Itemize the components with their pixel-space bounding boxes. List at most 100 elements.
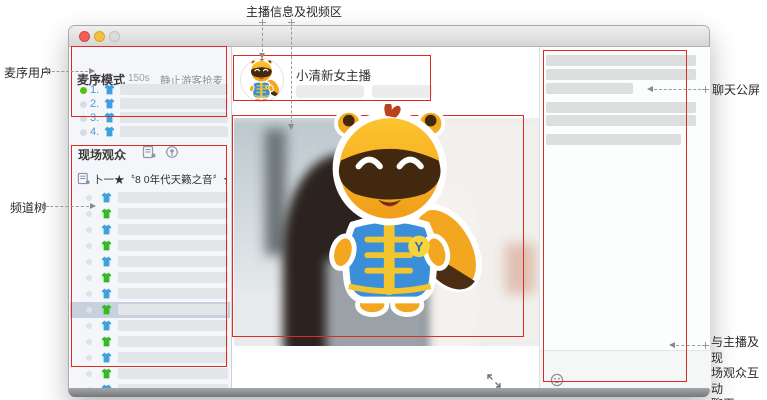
mic-status-dot — [80, 87, 87, 94]
fullscreen-button[interactable] — [109, 31, 120, 42]
mic-queue-number: 2. — [90, 98, 100, 110]
member-status-dot — [86, 275, 92, 281]
annotation-interact-line2: 场观众互动 — [711, 366, 760, 396]
annotation-interact-label: 与主播及现 场观众互动 聊天 — [711, 335, 767, 400]
member-shirt-icon — [101, 240, 112, 251]
location-pin-icon[interactable] — [165, 145, 179, 159]
member-name-placeholder — [120, 84, 228, 95]
mic-queue-list: 1. 2. 3. 4. — [70, 83, 230, 141]
member-shirt-icon — [101, 272, 112, 283]
mic-queue-number: 4. — [90, 126, 100, 138]
member-name-placeholder — [120, 126, 228, 137]
mic-queue-item[interactable]: 2. — [70, 97, 230, 111]
mic-queue-number: 3. — [90, 112, 100, 124]
chat-panel — [539, 47, 711, 389]
member-shirt-icon — [101, 192, 112, 203]
channel-member-item[interactable] — [70, 334, 230, 350]
member-status-dot — [86, 259, 92, 265]
member-status-dot — [86, 323, 92, 329]
channel-member-item[interactable] — [70, 302, 230, 318]
member-name-placeholder — [118, 368, 228, 379]
channel-member-item[interactable] — [70, 366, 230, 382]
left-sidebar: 麦序模式 150s 静止游客抢麦 1. 2. 3. 4. 现场观众 卜一★〝8 … — [70, 47, 232, 390]
member-shirt-icon — [104, 112, 115, 123]
annotation-connector-mic — [44, 68, 95, 75]
member-status-dot — [86, 211, 92, 217]
member-name-placeholder — [118, 352, 228, 363]
member-status-dot — [86, 371, 92, 377]
minimize-button[interactable] — [94, 31, 105, 42]
mic-status-dot — [80, 129, 87, 136]
annotation-interact-line1: 与主播及现 — [711, 335, 760, 365]
chat-input-area[interactable] — [540, 350, 711, 389]
channel-member-item[interactable] — [70, 318, 230, 334]
broadcaster-avatar[interactable] — [240, 58, 284, 102]
member-shirt-icon — [104, 84, 115, 95]
member-name-placeholder — [118, 304, 228, 315]
annotation-public-chat-label: 聊天公屏 — [712, 83, 761, 97]
mic-status-dot — [80, 115, 87, 122]
member-status-dot — [86, 291, 92, 297]
broadcaster-name: 小清新女主播 — [296, 69, 372, 83]
annotation-broadcaster-label: 主播信息及视频区 — [246, 5, 343, 19]
channel-member-list — [70, 190, 230, 390]
channel-member-item[interactable] — [70, 238, 230, 254]
channel-icon — [77, 172, 90, 185]
member-status-dot — [86, 227, 92, 233]
annotation-connector-broadcaster-info — [259, 19, 266, 59]
member-list-icon[interactable] — [142, 145, 156, 159]
member-status-dot — [86, 195, 92, 201]
member-name-placeholder — [120, 98, 228, 109]
member-shirt-icon — [101, 320, 112, 331]
annotation-connector-tree — [42, 203, 96, 210]
annotation-connector-interact — [669, 342, 709, 349]
channel-member-item[interactable] — [70, 270, 230, 286]
mic-queue-number: 1. — [90, 84, 100, 96]
member-status-dot — [86, 355, 92, 361]
resize-handle-icon[interactable] — [486, 373, 502, 389]
emoticon-button-icon[interactable] — [550, 373, 564, 387]
member-shirt-icon — [101, 256, 112, 267]
annotation-connector-chat — [647, 86, 709, 93]
mic-queue-item[interactable]: 4. — [70, 125, 230, 139]
broadcaster-badge-placeholder — [296, 85, 364, 98]
member-name-placeholder — [118, 336, 228, 347]
channel-member-item[interactable] — [70, 350, 230, 366]
channel-member-item[interactable] — [70, 222, 230, 238]
member-name-placeholder — [120, 112, 228, 123]
avatar-mascot-image — [243, 58, 283, 102]
member-shirt-icon — [101, 304, 112, 315]
member-shirt-icon — [101, 208, 112, 219]
mic-status-dot — [80, 101, 87, 108]
member-shirt-icon — [101, 224, 112, 235]
member-shirt-icon — [101, 336, 112, 347]
member-shirt-icon — [101, 352, 112, 363]
annotation-connector-video — [288, 19, 295, 130]
member-status-dot — [86, 307, 92, 313]
member-name-placeholder — [118, 240, 228, 251]
mic-queue-item[interactable]: 1. — [70, 83, 230, 97]
channel-root-item[interactable]: 卜一★〝8 0年代天籁之音〞★ — [70, 171, 230, 187]
broadcaster-badge-placeholder — [372, 85, 432, 98]
channel-member-item[interactable] — [70, 254, 230, 270]
mic-queue-item[interactable]: 3. — [70, 111, 230, 125]
screenshot-canvas: 麦序模式 150s 静止游客抢麦 1. 2. 3. 4. 现场观众 卜一★〝8 … — [0, 0, 767, 400]
yy-mascot-image — [300, 104, 495, 338]
member-shirt-icon — [104, 98, 115, 109]
channel-member-item[interactable] — [70, 286, 230, 302]
member-status-dot — [86, 339, 92, 345]
window-bottom-bar — [69, 388, 709, 397]
member-shirt-icon — [101, 368, 112, 379]
member-shirt-icon — [101, 288, 112, 299]
member-name-placeholder — [118, 208, 228, 219]
member-name-placeholder — [118, 320, 228, 331]
window-titlebar — [69, 26, 709, 47]
member-name-placeholder — [118, 192, 228, 203]
member-name-placeholder — [118, 272, 228, 283]
annotation-channel-tree-label: 频道树 — [10, 201, 47, 215]
channel-name: 卜一★〝8 0年代天籁之音〞★ — [93, 174, 227, 186]
member-name-placeholder — [118, 288, 228, 299]
close-button[interactable] — [79, 31, 90, 42]
audience-title: 现场观众 — [78, 148, 127, 162]
member-shirt-icon — [104, 126, 115, 137]
